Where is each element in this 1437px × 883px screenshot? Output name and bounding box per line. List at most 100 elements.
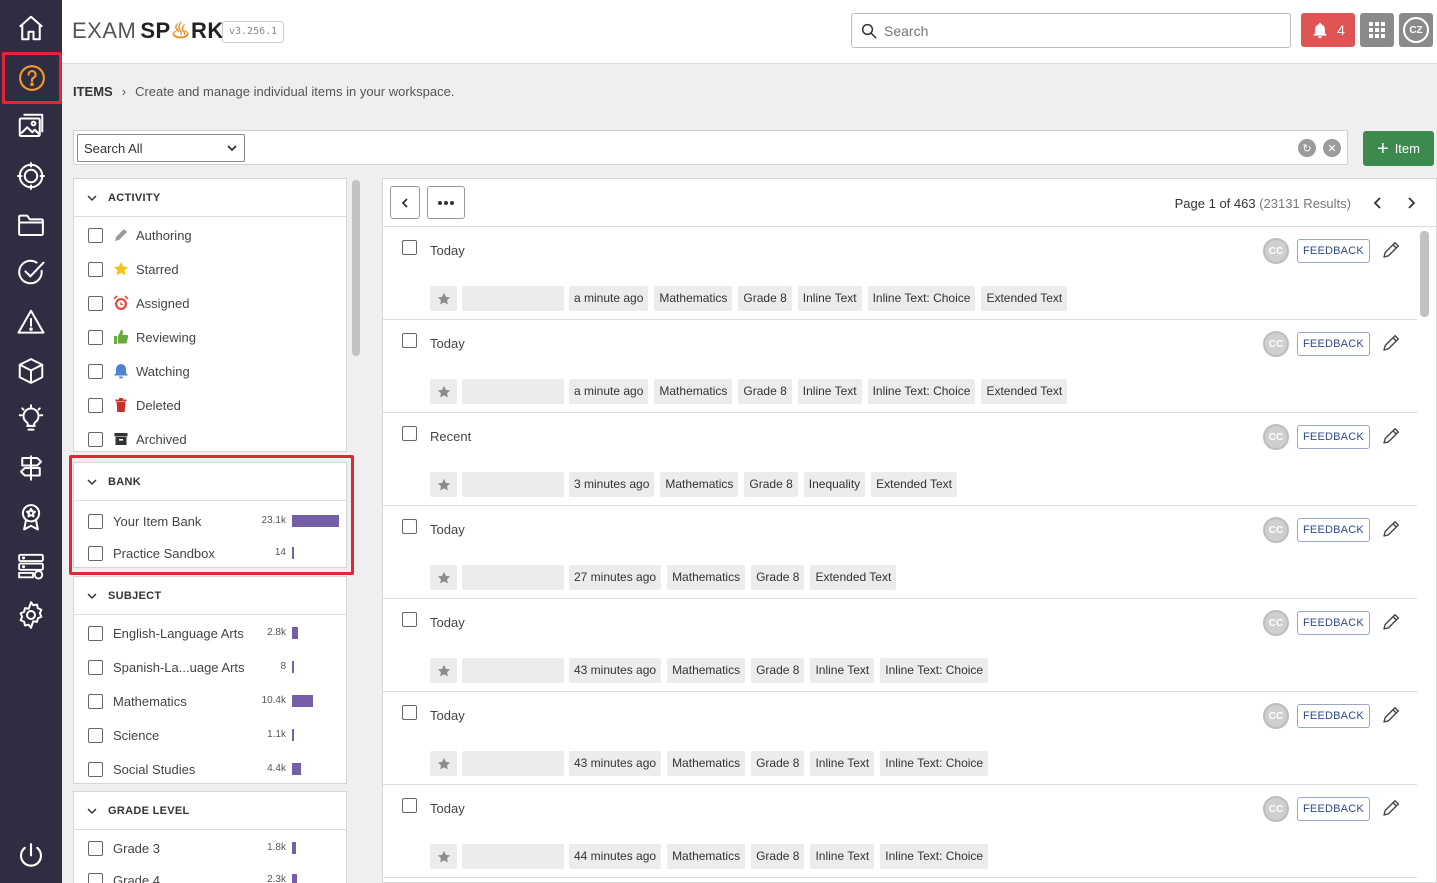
facet-subject-ela[interactable]: English-Language Arts <box>88 623 244 643</box>
checkbox[interactable] <box>88 397 103 413</box>
checkbox[interactable] <box>88 431 103 447</box>
star-button[interactable] <box>430 844 457 869</box>
item-row[interactable]: Today CC FEEDBACK 44 minutes ago Mathemat… <box>383 785 1417 878</box>
checkbox[interactable] <box>88 659 103 675</box>
item-row[interactable]: Today CC FEEDBACK a minute ago Mathematic… <box>383 320 1417 413</box>
item-row[interactable]: Today CC FEEDBACK a minute ago Mathematic… <box>383 227 1417 320</box>
next-page-button[interactable] <box>1403 194 1419 212</box>
star-button[interactable] <box>430 658 457 683</box>
nav-logout[interactable] <box>8 834 54 878</box>
star-button[interactable] <box>430 472 457 497</box>
item-title[interactable] <box>462 565 564 590</box>
star-button[interactable] <box>430 379 457 404</box>
feedback-button[interactable]: FEEDBACK <box>1297 425 1370 449</box>
facet-subject-mathematics[interactable]: Mathematics <box>88 691 187 711</box>
notifications-button[interactable]: 4 <box>1301 13 1355 47</box>
checkbox[interactable] <box>88 625 103 641</box>
facet-activity-header[interactable]: ACTIVITY <box>74 179 346 217</box>
feedback-button[interactable]: FEEDBACK <box>1297 332 1370 356</box>
nav-ideas[interactable] <box>8 397 54 441</box>
feedback-button[interactable]: FEEDBACK <box>1297 704 1370 728</box>
search-scope-select[interactable]: Search All <box>77 134 245 162</box>
edit-button[interactable] <box>1381 333 1401 353</box>
facet-activity-authoring[interactable]: Authoring <box>88 225 192 245</box>
user-avatar[interactable]: CZ <box>1399 13 1433 47</box>
checkbox[interactable] <box>88 295 103 311</box>
item-title[interactable] <box>462 751 564 776</box>
clear-icon[interactable]: ✕ <box>1323 139 1341 157</box>
facet-activity-archived[interactable]: Archived <box>88 429 187 449</box>
item-checkbox[interactable] <box>402 612 417 627</box>
facet-activity-watching[interactable]: Watching <box>88 361 190 381</box>
item-row[interactable]: Today CC FEEDBACK 43 minutes ago Mathemat… <box>383 692 1417 785</box>
nav-alerts[interactable] <box>8 300 54 344</box>
facet-grade-3[interactable]: Grade 3 <box>88 838 160 858</box>
checkbox[interactable] <box>88 227 103 243</box>
collaborator-avatar[interactable]: CC <box>1263 238 1289 264</box>
nav-items[interactable] <box>2 52 62 104</box>
apps-menu-button[interactable] <box>1360 13 1394 47</box>
item-title[interactable] <box>462 844 564 869</box>
collaborator-avatar[interactable]: CC <box>1263 424 1289 450</box>
edit-button[interactable] <box>1381 426 1401 446</box>
item-row[interactable]: Today CC FEEDBACK 43 minutes ago Mathemat… <box>383 599 1417 692</box>
checkbox[interactable] <box>88 840 103 856</box>
item-checkbox[interactable] <box>402 519 417 534</box>
nav-folders[interactable] <box>8 203 54 247</box>
checkbox[interactable] <box>88 693 103 709</box>
checkbox[interactable] <box>88 363 103 379</box>
facet-subject-header[interactable]: SUBJECT <box>74 577 346 615</box>
filter-bar[interactable]: Search All ↻ ✕ <box>73 130 1348 165</box>
star-button[interactable] <box>430 565 457 590</box>
item-checkbox[interactable] <box>402 798 417 813</box>
collaborator-avatar[interactable]: CC <box>1263 610 1289 636</box>
checkbox[interactable] <box>88 329 103 345</box>
star-button[interactable] <box>430 751 457 776</box>
collapse-facets-button[interactable] <box>390 186 420 219</box>
edit-button[interactable] <box>1381 519 1401 539</box>
facet-grade-4[interactable]: Grade 4 <box>88 870 160 883</box>
history-icon[interactable]: ↻ <box>1298 139 1316 157</box>
nav-paths[interactable] <box>8 446 54 490</box>
edit-button[interactable] <box>1381 240 1401 260</box>
nav-badges[interactable] <box>8 495 54 539</box>
item-title[interactable] <box>462 286 564 311</box>
facet-activity-deleted[interactable]: Deleted <box>88 395 181 415</box>
global-search[interactable] <box>851 13 1291 48</box>
item-checkbox[interactable] <box>402 240 417 255</box>
nav-home[interactable] <box>8 6 54 50</box>
collaborator-avatar[interactable]: CC <box>1263 703 1289 729</box>
checkbox[interactable] <box>88 761 103 777</box>
facet-activity-starred[interactable]: Starred <box>88 259 179 279</box>
prev-page-button[interactable] <box>1370 194 1386 212</box>
more-actions-button[interactable] <box>427 186 465 219</box>
facet-subject-science[interactable]: Science <box>88 725 159 745</box>
app-logo[interactable]: EXAM SP ♨ RK <box>72 18 224 44</box>
nav-tasks[interactable] <box>8 250 54 294</box>
item-checkbox[interactable] <box>402 705 417 720</box>
item-row[interactable]: Today CC FEEDBACK 27 minutes ago Mathemat… <box>383 506 1417 599</box>
item-checkbox[interactable] <box>402 333 417 348</box>
item-title[interactable] <box>462 472 564 497</box>
edit-button[interactable] <box>1381 798 1401 818</box>
checkbox[interactable] <box>88 727 103 743</box>
star-button[interactable] <box>430 286 457 311</box>
results-scrollbar[interactable] <box>1420 231 1429 317</box>
item-checkbox[interactable] <box>402 426 417 441</box>
checkbox[interactable] <box>88 872 103 883</box>
collaborator-avatar[interactable]: CC <box>1263 517 1289 543</box>
nav-target[interactable] <box>8 154 54 198</box>
nav-servers[interactable] <box>8 544 54 588</box>
add-item-button[interactable]: + Item <box>1363 131 1434 166</box>
feedback-button[interactable]: FEEDBACK <box>1297 239 1370 263</box>
nav-settings[interactable] <box>8 593 54 637</box>
facet-grade-header[interactable]: GRADE LEVEL <box>74 792 346 830</box>
facet-activity-reviewing[interactable]: Reviewing <box>88 327 196 347</box>
search-input[interactable] <box>884 22 1264 39</box>
feedback-button[interactable]: FEEDBACK <box>1297 611 1370 635</box>
collaborator-avatar[interactable]: CC <box>1263 796 1289 822</box>
nav-media[interactable] <box>8 104 54 148</box>
facet-subject-social-studies[interactable]: Social Studies <box>88 759 195 779</box>
item-row[interactable]: Recent CC FEEDBACK 3 minutes ago Mathemat… <box>383 413 1417 506</box>
facets-scrollbar[interactable] <box>352 180 360 356</box>
